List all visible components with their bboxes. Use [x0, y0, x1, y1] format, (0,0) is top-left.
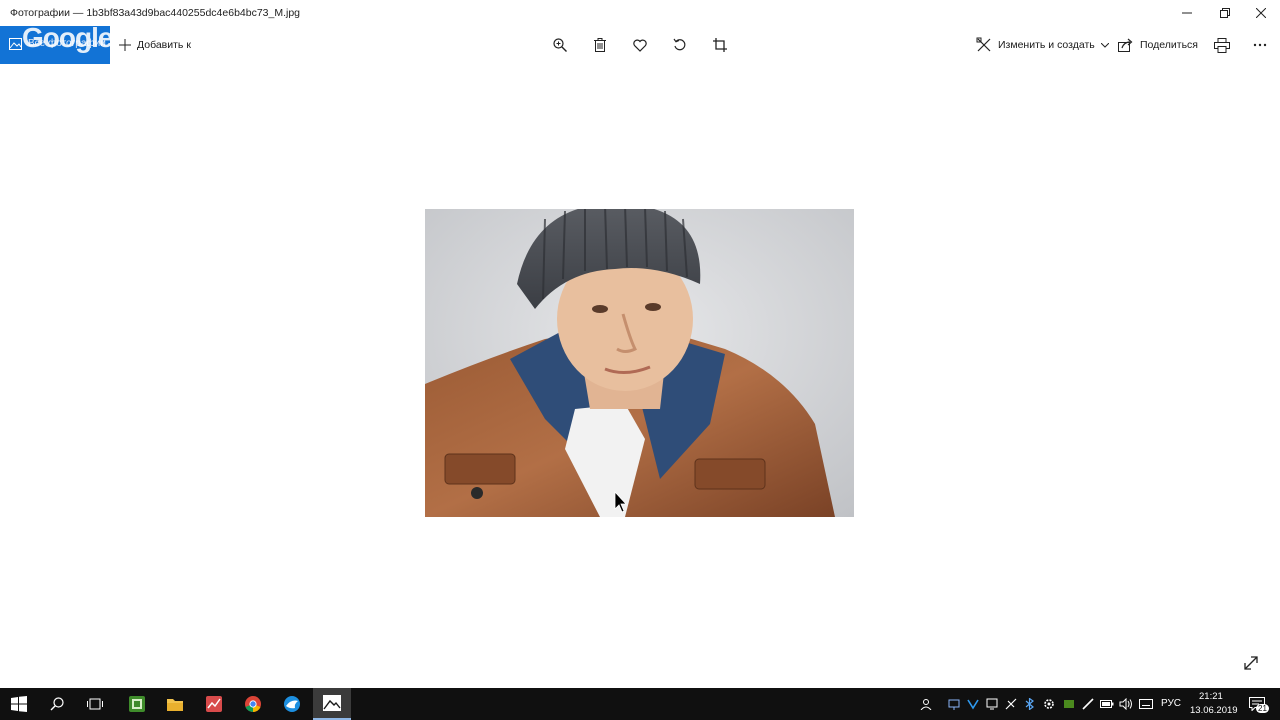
notification-count-badge: 21	[1256, 704, 1269, 713]
nvidia-icon	[1064, 700, 1074, 708]
add-to-button[interactable]: Добавить к	[119, 26, 191, 64]
clock-time[interactable]: 21:21	[1199, 691, 1223, 702]
edit-create-icon	[976, 37, 991, 52]
battery-icon	[1100, 700, 1114, 708]
delete-button[interactable]	[589, 34, 611, 56]
folder-icon	[167, 699, 183, 711]
sync-tray-icon[interactable]	[966, 697, 980, 711]
tools-tray-icon[interactable]	[1004, 697, 1018, 711]
sync-icon	[967, 699, 979, 710]
person-tray-icon[interactable]	[919, 697, 933, 711]
language-indicator[interactable]: РУС	[1161, 698, 1181, 709]
restore-button[interactable]	[1206, 0, 1244, 26]
clock-date[interactable]: 13.06.2019	[1190, 705, 1238, 716]
expand-icon	[1244, 656, 1258, 670]
print-button[interactable]	[1211, 34, 1233, 56]
search-button[interactable]	[38, 688, 76, 720]
zoom-button[interactable]	[549, 34, 571, 56]
zoom-icon	[553, 38, 567, 52]
photos-app[interactable]	[313, 688, 351, 720]
red-app[interactable]	[195, 688, 233, 720]
security-tray-icon[interactable]	[1042, 697, 1056, 711]
plus-icon	[119, 39, 131, 51]
displayed-photo[interactable]	[425, 209, 854, 517]
network-icon	[948, 699, 960, 710]
crop-button[interactable]	[709, 34, 731, 56]
task-view-button[interactable]	[76, 688, 114, 720]
power-tray-icon[interactable]	[1100, 697, 1114, 711]
gear-icon	[1044, 699, 1054, 709]
volume-tray-icon[interactable]	[1119, 697, 1133, 711]
chevron-down-icon	[1100, 42, 1109, 48]
windows-taskbar: РУС 21:21 13.06.2019 21	[0, 688, 1280, 720]
camtasia-app[interactable]	[118, 688, 156, 720]
restore-icon	[1220, 8, 1230, 18]
share-label: Поделиться	[1140, 39, 1198, 51]
close-button[interactable]	[1242, 0, 1280, 26]
pen-icon	[1082, 698, 1094, 710]
start-button[interactable]	[0, 688, 38, 720]
portrait-photo-image	[425, 209, 854, 517]
close-icon	[1256, 8, 1266, 18]
keyboard-icon	[1139, 699, 1153, 709]
bird-icon	[284, 696, 300, 712]
minimize-icon	[1182, 12, 1192, 14]
heart-icon	[633, 39, 647, 52]
tools-icon	[1005, 698, 1017, 710]
file-explorer-app[interactable]	[156, 688, 194, 720]
google-logo-overlay: Google	[22, 26, 110, 53]
print-icon	[1214, 37, 1230, 53]
more-button[interactable]	[1249, 34, 1271, 56]
keyboard-tray-icon[interactable]	[1139, 697, 1153, 711]
task-view-icon	[87, 698, 103, 710]
rotate-icon	[673, 38, 686, 51]
gpu-tray-icon[interactable]	[1062, 697, 1076, 711]
more-icon	[1253, 43, 1267, 47]
bird-app[interactable]	[273, 688, 311, 720]
bluetooth-icon	[1025, 698, 1034, 710]
edit-create-button[interactable]: Изменить и создать	[976, 26, 1109, 64]
add-to-label: Добавить к	[137, 39, 191, 51]
fullscreen-button[interactable]	[1240, 652, 1262, 674]
crop-icon	[713, 38, 727, 52]
edit-create-label: Изменить и создать	[998, 39, 1095, 51]
share-button[interactable]: Поделиться	[1118, 26, 1198, 64]
chrome-icon	[245, 696, 261, 713]
windows-logo-icon	[11, 696, 27, 712]
minimize-button[interactable]	[1168, 0, 1206, 26]
rotate-button[interactable]	[669, 34, 691, 56]
speaker-icon	[1119, 698, 1132, 710]
favorite-button[interactable]	[629, 34, 651, 56]
delete-icon	[594, 38, 606, 52]
pen-tray-icon[interactable]	[1081, 697, 1095, 711]
search-icon	[50, 697, 64, 711]
bluetooth-tray-icon[interactable]	[1023, 697, 1037, 711]
chart-app-icon	[206, 696, 222, 712]
chrome-app[interactable]	[234, 688, 272, 720]
monitor-icon	[986, 698, 998, 710]
camtasia-icon	[129, 696, 145, 712]
title-bar: Фотографии — 1b3bf83a43d9bac440255dc4e6b…	[0, 0, 1280, 26]
window-title: Фотографии — 1b3bf83a43d9bac440255dc4e6b…	[10, 7, 301, 19]
photo-gallery-icon	[9, 38, 22, 50]
share-icon	[1118, 38, 1133, 52]
photos-icon	[323, 695, 341, 711]
all-photos-button[interactable]: Все фотографии Google	[0, 26, 110, 64]
photos-toolbar: Все фотографии Google Добавить к Изменит…	[0, 26, 1280, 64]
people-icon	[920, 699, 932, 710]
display-tray-icon[interactable]	[985, 697, 999, 711]
network-tray-icon[interactable]	[947, 697, 961, 711]
